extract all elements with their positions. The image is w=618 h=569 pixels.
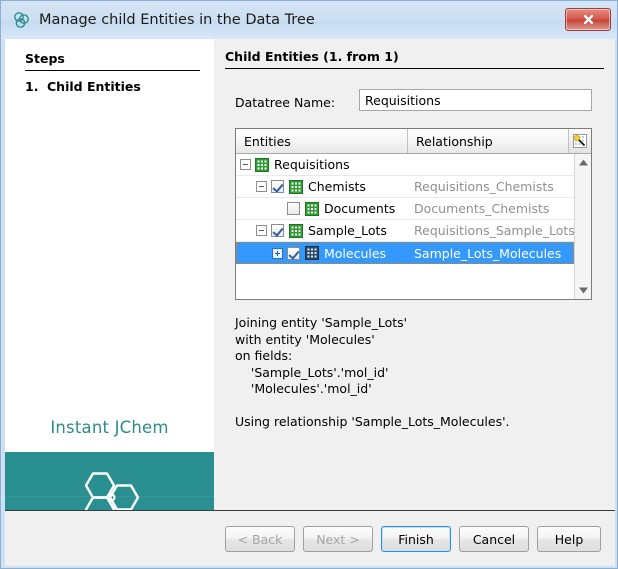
cell-entity: Molecules <box>236 242 408 264</box>
cancel-button-label: Cancel <box>473 532 515 547</box>
cell-entity: Chemists <box>236 176 408 197</box>
table-grid-icon <box>305 202 319 216</box>
next-button-label: Next > <box>316 532 360 547</box>
back-button-label: < Back <box>238 532 283 547</box>
brand-name: Instant JChem <box>5 418 214 437</box>
table-grid-icon <box>255 158 269 172</box>
table-body: Requisitions <box>236 154 574 299</box>
cell-entity: Sample_Lots <box>236 220 408 241</box>
expand-expander-icon[interactable] <box>272 248 283 259</box>
column-header-relationship[interactable]: Relationship <box>408 129 569 153</box>
cell-entity: Requisitions <box>236 154 408 175</box>
collapse-expander-icon[interactable] <box>240 159 251 170</box>
steps-panel: Steps 1.Child Entities Instant JChem <box>5 39 214 510</box>
steps-divider <box>25 70 200 71</box>
wizard-panel: Child Entities (1. from 1) Datatree Name… <box>214 39 615 510</box>
table-grid-icon <box>305 246 319 260</box>
table-row[interactable]: Documents Documents_Chemists <box>236 198 574 220</box>
next-button[interactable]: Next > <box>303 526 373 552</box>
cell-relationship: Requisitions_Chemists <box>408 176 574 197</box>
close-button[interactable] <box>565 8 611 31</box>
dialog-content: Steps 1.Child Entities Instant JChem <box>5 39 615 566</box>
table-vertical-scrollbar[interactable] <box>574 154 591 299</box>
table-grid-icon <box>289 224 303 238</box>
join-description: Joining entity 'Sample_Lots' with entity… <box>235 315 605 431</box>
table-row[interactable]: Requisitions <box>236 154 574 176</box>
page-title-divider <box>225 68 604 69</box>
close-icon <box>582 13 595 26</box>
scroll-up-button[interactable] <box>575 154 591 171</box>
back-button[interactable]: < Back <box>225 526 295 552</box>
cell-relationship: Requisitions_Sample_Lots <box>408 220 574 241</box>
datatree-name-label: Datatree Name: <box>235 95 335 110</box>
entity-checkbox[interactable] <box>287 247 300 260</box>
entity-label: Requisitions <box>274 157 350 172</box>
table-row[interactable]: Chemists Requisitions_Chemists <box>236 176 574 198</box>
column-chooser-icon[interactable] <box>569 129 591 153</box>
datatree-name-input[interactable] <box>359 89 592 111</box>
help-button-label: Help <box>555 532 584 547</box>
entities-tree-table: Entities Relationship <box>235 128 592 300</box>
collapse-expander-icon[interactable] <box>256 225 267 236</box>
collapse-expander-icon[interactable] <box>256 181 267 192</box>
step-item-child-entities[interactable]: 1.Child Entities <box>25 79 141 94</box>
entity-checkbox[interactable] <box>271 224 284 237</box>
table-row[interactable]: Sample_Lots Requisitions_Sample_Lots <box>236 220 574 242</box>
finish-button[interactable]: Finish <box>381 526 451 552</box>
table-row-selected[interactable]: Molecules Sample_Lots_Molecules <box>236 242 574 264</box>
step-number: 1. <box>25 79 47 94</box>
cell-relationship: Sample_Lots_Molecules <box>408 242 574 264</box>
scroll-track[interactable] <box>575 171 591 282</box>
cancel-button[interactable]: Cancel <box>459 526 529 552</box>
table-header: Entities Relationship <box>236 129 591 154</box>
entity-label: Documents <box>324 201 395 216</box>
title-bar: Manage child Entities in the Data Tree <box>1 1 618 39</box>
cell-relationship <box>408 154 574 175</box>
molecule-icon <box>11 10 31 30</box>
help-button[interactable]: Help <box>537 526 601 552</box>
footer-bar: < Back Next > Finish Cancel Help <box>5 511 615 566</box>
column-header-entities[interactable]: Entities <box>236 129 408 153</box>
entity-label: Molecules <box>324 246 386 261</box>
finish-button-label: Finish <box>398 532 434 547</box>
cell-relationship: Documents_Chemists <box>408 198 574 219</box>
triangle-down-icon <box>578 284 589 298</box>
window-title: Manage child Entities in the Data Tree <box>39 12 315 28</box>
entity-label: Chemists <box>308 179 366 194</box>
cell-entity: Documents <box>236 198 408 219</box>
triangle-up-icon <box>578 156 589 170</box>
entity-label: Sample_Lots <box>308 223 387 238</box>
steps-heading: Steps <box>25 51 65 66</box>
dialog-window: Manage child Entities in the Data Tree S… <box>0 0 618 569</box>
table-grid-icon <box>289 180 303 194</box>
page-title: Child Entities (1. from 1) <box>225 49 399 64</box>
scroll-down-button[interactable] <box>575 282 591 299</box>
entity-checkbox[interactable] <box>271 180 284 193</box>
entity-checkbox[interactable] <box>287 202 300 215</box>
step-label: Child Entities <box>47 79 141 94</box>
